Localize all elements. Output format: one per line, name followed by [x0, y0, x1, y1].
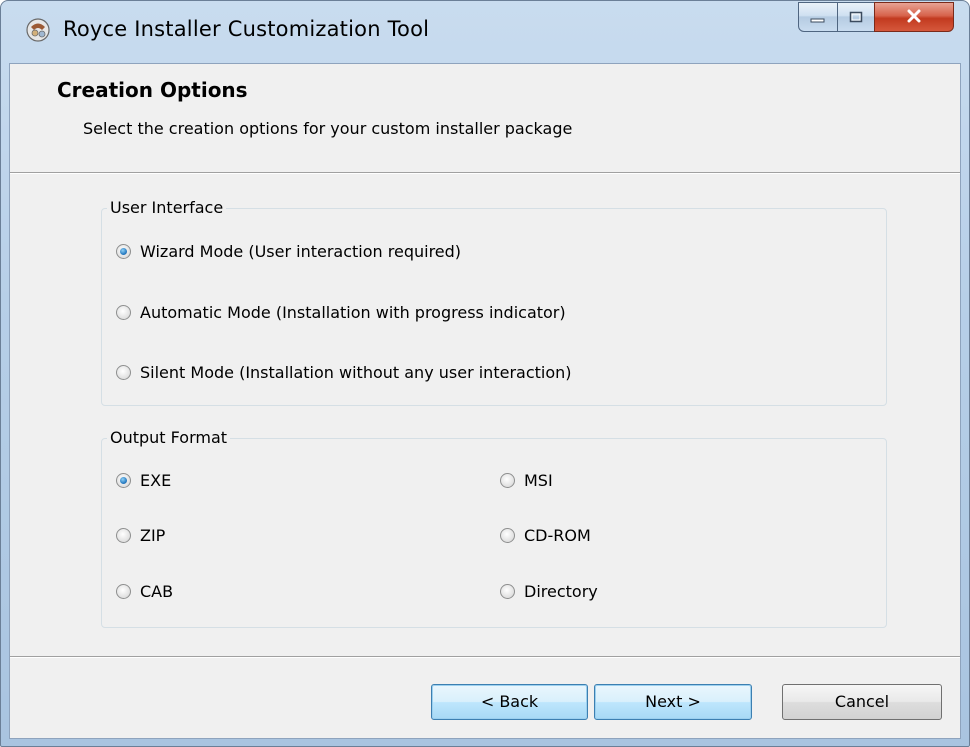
- radio-selected-indicator[interactable]: [116, 244, 131, 259]
- page-title: Creation Options: [57, 78, 248, 102]
- radio-indicator[interactable]: [500, 528, 515, 543]
- dialog-client-area: Creation Options Select the creation opt…: [9, 63, 961, 739]
- maximize-button[interactable]: [837, 2, 875, 32]
- header-divider: [10, 172, 960, 174]
- radio-directory-label[interactable]: Directory: [524, 582, 598, 601]
- radio-cab[interactable]: CAB: [116, 582, 173, 601]
- radio-indicator[interactable]: [116, 584, 131, 599]
- window-title: Royce Installer Customization Tool: [63, 17, 430, 41]
- radio-msi[interactable]: MSI: [500, 471, 553, 490]
- radio-directory[interactable]: Directory: [500, 582, 598, 601]
- radio-cd-rom-label[interactable]: CD-ROM: [524, 526, 591, 545]
- radio-wizard-mode[interactable]: Wizard Mode (User interaction required): [116, 242, 461, 261]
- radio-cab-label[interactable]: CAB: [140, 582, 173, 601]
- radio-exe-label[interactable]: EXE: [140, 471, 171, 490]
- next-button[interactable]: Next >: [594, 684, 752, 720]
- cancel-button[interactable]: Cancel: [782, 684, 942, 720]
- radio-exe[interactable]: EXE: [116, 471, 171, 490]
- radio-silent-mode-label[interactable]: Silent Mode (Installation without any us…: [140, 363, 572, 382]
- radio-silent-mode[interactable]: Silent Mode (Installation without any us…: [116, 363, 572, 382]
- page-subtitle: Select the creation options for your cus…: [83, 119, 573, 138]
- radio-selected-indicator[interactable]: [116, 473, 131, 488]
- radio-msi-label[interactable]: MSI: [524, 471, 553, 490]
- radio-indicator[interactable]: [116, 528, 131, 543]
- output-format-groupbox: [101, 438, 887, 628]
- installer-window: Royce Installer Customization Tool Creat…: [0, 0, 970, 747]
- minimize-button[interactable]: [798, 2, 838, 32]
- radio-automatic-mode[interactable]: Automatic Mode (Installation with progre…: [116, 303, 566, 322]
- footer-divider: [10, 656, 960, 658]
- back-button[interactable]: < Back: [431, 684, 588, 720]
- radio-automatic-mode-label[interactable]: Automatic Mode (Installation with progre…: [140, 303, 566, 322]
- radio-cd-rom[interactable]: CD-ROM: [500, 526, 591, 545]
- radio-wizard-mode-label[interactable]: Wizard Mode (User interaction required): [140, 242, 461, 261]
- installer-app-icon: [25, 17, 51, 43]
- radio-indicator[interactable]: [116, 365, 131, 380]
- close-button[interactable]: [874, 2, 954, 32]
- radio-zip[interactable]: ZIP: [116, 526, 165, 545]
- output-format-group-label: Output Format: [107, 428, 231, 447]
- user-interface-group-label: User Interface: [107, 198, 227, 217]
- close-icon: [906, 8, 922, 27]
- radio-indicator[interactable]: [116, 305, 131, 320]
- title-bar[interactable]: Royce Installer Customization Tool: [1, 1, 969, 63]
- page-header: Creation Options Select the creation opt…: [10, 64, 960, 172]
- radio-zip-label[interactable]: ZIP: [140, 526, 165, 545]
- radio-indicator[interactable]: [500, 584, 515, 599]
- maximize-icon: [849, 8, 863, 27]
- radio-indicator[interactable]: [500, 473, 515, 488]
- minimize-icon: [810, 8, 826, 27]
